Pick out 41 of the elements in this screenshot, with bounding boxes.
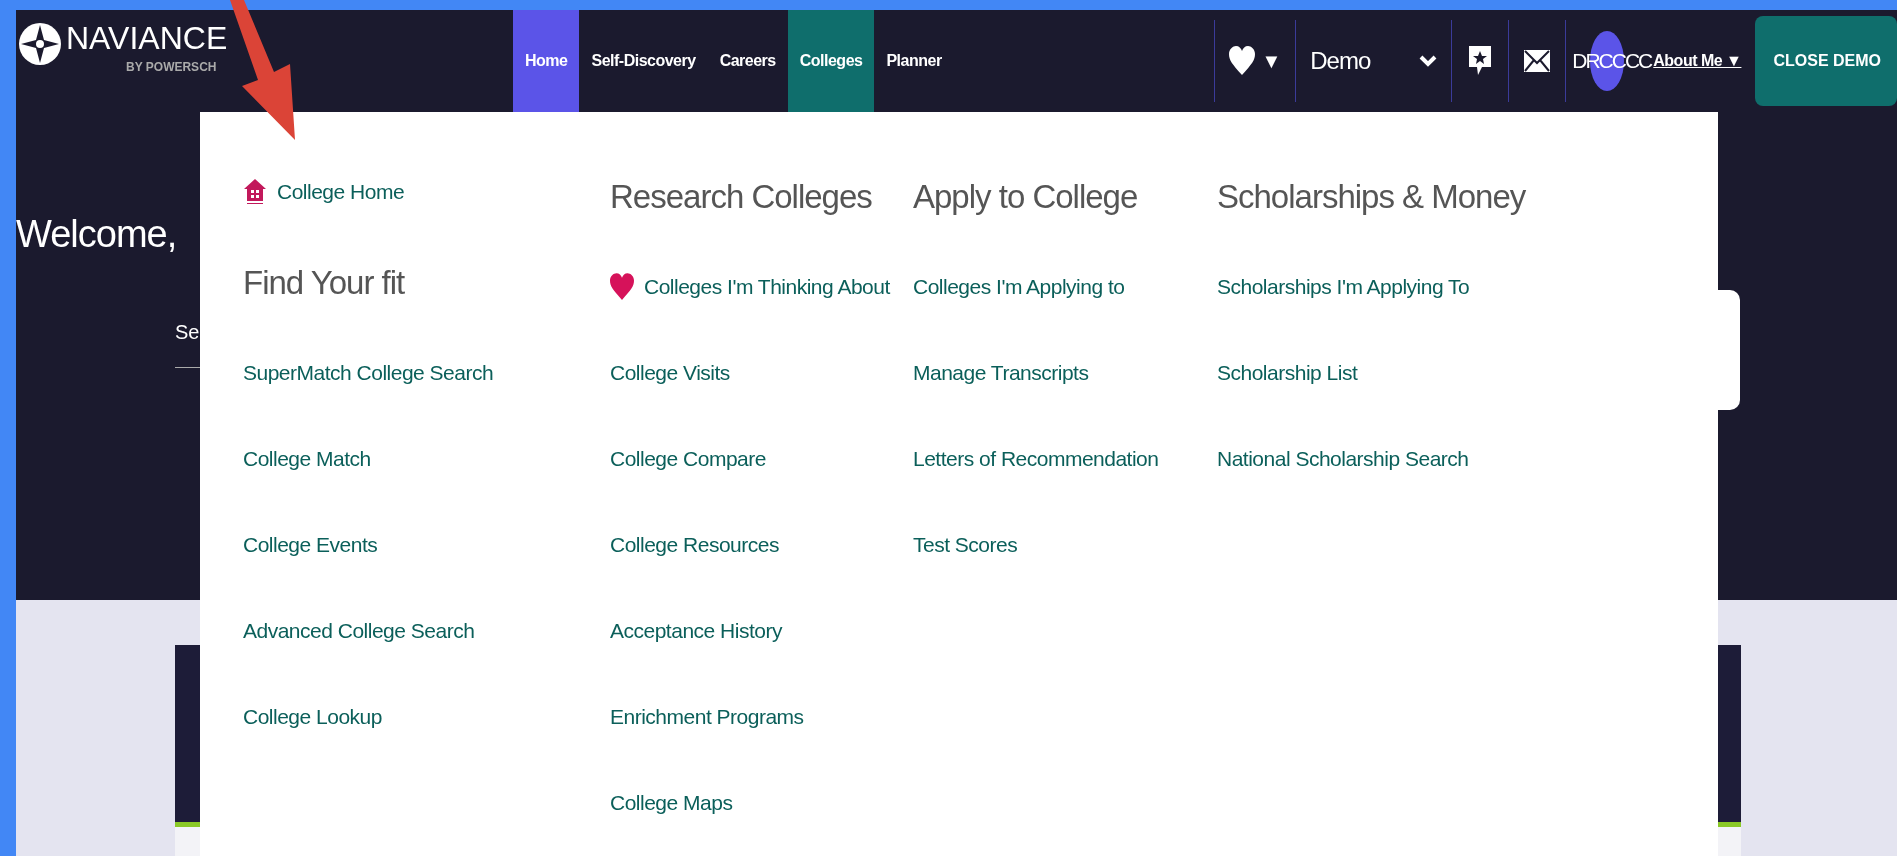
menu-link[interactable]: College Events — [243, 529, 378, 561]
about-me-menu[interactable]: About Me ▼ — [1651, 10, 1756, 112]
favorites-menu-button[interactable]: ▼ — [1215, 10, 1296, 112]
menu-link[interactable]: Scholarships I'm Applying To — [1217, 271, 1470, 303]
menu-section-heading: Research Colleges — [610, 176, 872, 217]
logo-text: NAVIANCE — [66, 22, 228, 54]
menu-link[interactable]: College Match — [243, 443, 371, 475]
menu-section-heading: Apply to College — [913, 176, 1138, 217]
dropdown-caret: ▼ — [1261, 49, 1282, 74]
close-demo-button[interactable]: CLOSE DEMO — [1755, 16, 1897, 106]
welcome-heading: Welcome, — [16, 212, 177, 257]
menu-link[interactable]: Colleges I'm Applying to — [913, 271, 1125, 303]
heart-icon — [610, 273, 634, 301]
menu-link[interactable]: Test Scores — [913, 529, 1018, 561]
menu-link[interactable]: College Maps — [610, 787, 733, 819]
nav-tab[interactable]: Self-Discovery — [579, 10, 708, 112]
menu-section-heading: Scholarships & Money — [1217, 176, 1526, 217]
menu-link[interactable]: College Home — [243, 176, 405, 208]
menu-section-heading: Find Your fit — [243, 262, 405, 303]
menu-link[interactable]: Letters of Recommendation — [913, 443, 1159, 475]
menu-link[interactable]: Advanced College Search — [243, 615, 475, 647]
nav-tab[interactable]: Careers — [707, 10, 788, 112]
chevron-down-icon — [1419, 55, 1438, 67]
menu-link[interactable]: College Compare — [610, 443, 766, 475]
nav-tab[interactable]: Colleges — [787, 10, 875, 112]
house-icon — [243, 178, 267, 206]
menu-link[interactable]: SuperMatch College Search — [243, 357, 494, 389]
menu-link[interactable]: Manage Transcripts — [913, 357, 1089, 389]
menu-link[interactable]: Colleges I'm Thinking About — [610, 271, 890, 303]
logo-tagline: BY POWERSCH — [126, 59, 217, 76]
demo-select[interactable]: Demo — [1296, 10, 1452, 112]
menu-link[interactable]: College Lookup — [243, 701, 382, 733]
nav-tab[interactable]: Home — [513, 10, 580, 112]
menu-link[interactable]: National Scholarship Search — [1217, 443, 1469, 475]
menu-link[interactable]: Scholarship List — [1217, 357, 1358, 389]
heart-icon — [1229, 46, 1256, 76]
nav-tab[interactable]: Planner — [874, 10, 954, 112]
menu-link[interactable]: Acceptance History — [610, 615, 782, 647]
menu-link[interactable]: College Resources — [610, 529, 779, 561]
menu-link[interactable]: Enrichment Programs — [610, 701, 804, 733]
menu-link[interactable]: College Visits — [610, 357, 730, 389]
